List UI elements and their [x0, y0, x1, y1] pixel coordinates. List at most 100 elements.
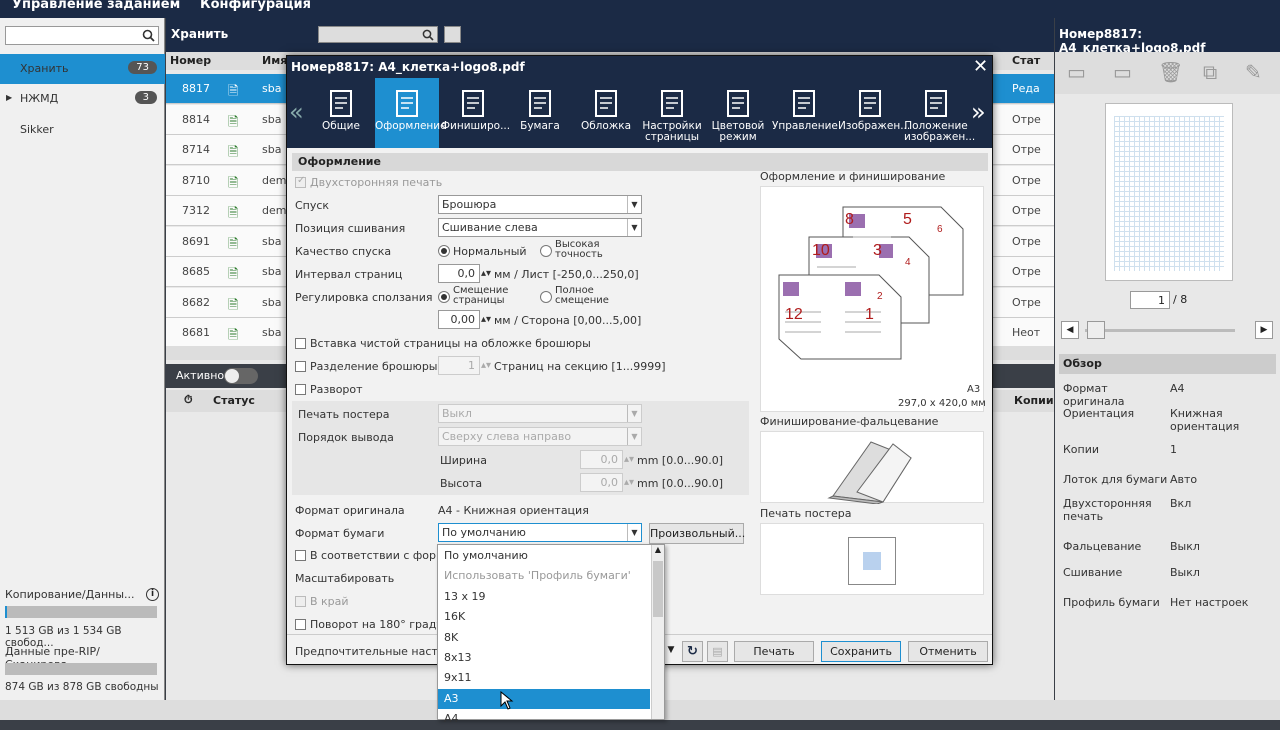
menu-job-management[interactable]: Управление заданием [12, 0, 180, 12]
job-owner: sba [262, 143, 282, 156]
split-checkbox[interactable] [295, 361, 306, 372]
width-spin-icon[interactable]: ▴▾ [624, 454, 634, 465]
dropdown-option[interactable]: 16K [438, 607, 650, 628]
creep-spin-icon[interactable]: ▴▾ [481, 314, 491, 325]
creep-shift-radio[interactable] [438, 291, 450, 303]
imposition-select[interactable]: Брошюра ▼ [438, 195, 642, 214]
width-input[interactable]: 0,0 [580, 450, 623, 469]
search-input[interactable] [5, 26, 159, 45]
height-input[interactable]: 0,0 [580, 473, 623, 492]
tab-general[interactable]: Общие [309, 78, 373, 148]
cancel-button[interactable]: Отменить [908, 641, 988, 662]
job-search-input[interactable] [318, 26, 438, 43]
height-spin-icon[interactable]: ▴▾ [624, 477, 634, 488]
info-icon[interactable]: i [146, 588, 159, 601]
column-status[interactable]: Стат [1012, 54, 1040, 67]
calendar-icon[interactable] [444, 26, 461, 43]
expand-arrow-icon[interactable]: ▶ [6, 93, 12, 102]
tab-management[interactable]: Управление [772, 78, 838, 148]
tab-finishing[interactable]: Финиширо... [441, 78, 510, 148]
overview-header: Обзор [1059, 354, 1276, 374]
menu-configuration[interactable]: Конфигурация [200, 0, 311, 12]
dropdown-scrollbar[interactable]: ▲ [651, 545, 664, 719]
queue-copies-column[interactable]: Копии [1014, 394, 1054, 407]
save-preset-icon[interactable]: ▤ [707, 641, 728, 662]
rotate-label: Поворот на 180° градусов [310, 618, 438, 631]
prev-page-button[interactable]: ◀ [1061, 321, 1079, 339]
stitch-position-label: Позиция сшивания [295, 222, 406, 235]
tab-page-settings[interactable]: Настройки страницы [640, 78, 704, 148]
copy-icon[interactable]: ⧉ [1203, 60, 1217, 84]
tab-image[interactable]: Изображен... [838, 78, 910, 148]
search-icon[interactable] [142, 29, 155, 42]
width-unit: mm [0.0...90.0] [637, 454, 723, 467]
column-number[interactable]: Номер [170, 54, 211, 67]
sidebar-item-store[interactable]: Хранить 73 [0, 54, 165, 84]
edge-checkbox[interactable] [295, 596, 306, 607]
paper-format-select[interactable]: По умолчанию ▼ [438, 523, 642, 542]
sidebar-item-sikker[interactable]: Sikker [0, 115, 165, 145]
scroll-left-icon[interactable]: « [289, 98, 304, 126]
dropdown-option[interactable]: A3 [438, 688, 650, 710]
settings-document-icon[interactable]: ▭ [1113, 60, 1132, 84]
fit-checkbox[interactable] [295, 550, 306, 561]
document-icon: 🗎 [228, 328, 239, 343]
page-input[interactable]: 1 [1130, 291, 1170, 309]
dropdown-option[interactable]: 8x13 [438, 648, 650, 669]
active-toggle[interactable] [224, 368, 258, 384]
print-button[interactable]: Печать [734, 641, 814, 662]
poster-select[interactable]: Выкл ▼ [438, 404, 642, 423]
dropdown-option[interactable]: По умолчанию [438, 546, 650, 567]
quality-normal-label: Нормальный [453, 245, 527, 258]
tab-label: Обложка [580, 120, 632, 132]
output-order-select[interactable]: Сверху слева направо ▼ [438, 427, 642, 446]
dropdown-option[interactable]: Использовать 'Профиль бумаги' [438, 566, 650, 587]
dropdown-option[interactable]: 8K [438, 628, 650, 649]
column-name[interactable]: Имя [262, 54, 287, 67]
scroll-right-icon[interactable]: » [971, 98, 986, 126]
tab-paper[interactable]: Бумага [508, 78, 572, 148]
quality-normal-radio[interactable] [438, 245, 450, 257]
dropdown-option[interactable]: 9x11 [438, 668, 650, 689]
dropdown-option[interactable]: A4 [438, 709, 650, 730]
creep-input[interactable]: 0,00 [438, 310, 480, 329]
fold-title: Финиширование-фальцевание [760, 415, 939, 428]
save-button[interactable]: Сохранить [821, 641, 901, 662]
edit-icon[interactable]: ✎ [1245, 60, 1262, 84]
page-number-6: 6 [937, 224, 943, 235]
creep-full-radio[interactable] [540, 291, 552, 303]
interval-input[interactable]: 0,0 [438, 264, 480, 283]
dropdown-option[interactable]: 13 x 19 [438, 587, 650, 608]
close-icon[interactable]: ✕ [973, 56, 988, 77]
page-slider-handle[interactable] [1087, 321, 1105, 339]
duplex-checkbox[interactable]: ✓ [295, 175, 306, 188]
tab-color-mode[interactable]: Цветовой режим [706, 78, 770, 148]
trash-icon[interactable]: 🗑 [1158, 60, 1183, 84]
preferred-dropdown-icon[interactable]: ▼ [665, 641, 677, 662]
tab-layout[interactable]: Оформление [375, 78, 447, 148]
document-icon[interactable]: ▭ [1067, 60, 1086, 84]
imposition-preview: 8 5 6 10 3 4 12 1 2 A3 297,0 x 420,0 мм [760, 186, 986, 412]
next-page-button[interactable]: ▶ [1255, 321, 1273, 339]
page-slider[interactable] [1085, 329, 1235, 332]
queue-status-column[interactable]: Статус [213, 394, 255, 407]
imposition-value: Брошюра [442, 198, 497, 211]
stitch-position-select[interactable]: Сшивание слева ▼ [438, 218, 642, 237]
blank-insert-checkbox[interactable] [295, 338, 306, 349]
chevron-down-icon: ▼ [627, 428, 641, 445]
interval-spin-icon[interactable]: ▴▾ [481, 268, 491, 279]
document-icon: 🗎 [228, 206, 239, 221]
tab-cover[interactable]: Обложка [574, 78, 638, 148]
custom-size-button[interactable]: Произвольный... [649, 523, 745, 544]
quality-high-radio[interactable] [540, 245, 552, 257]
refresh-icon[interactable]: ↻ [682, 641, 703, 662]
spread-checkbox[interactable] [295, 384, 306, 395]
rotate-checkbox[interactable] [295, 619, 306, 630]
split-spin-icon[interactable]: ▴▾ [481, 360, 491, 371]
imposition-label: Спуск [295, 199, 330, 212]
search-icon[interactable] [422, 29, 434, 41]
tab-label: Настройки страницы [642, 120, 702, 143]
split-input[interactable]: 1 [438, 356, 480, 375]
tab-image-position[interactable]: Положение изображен... [904, 78, 975, 148]
sidebar-item-hdd[interactable]: ▶ НЖМД 3 [0, 84, 165, 114]
